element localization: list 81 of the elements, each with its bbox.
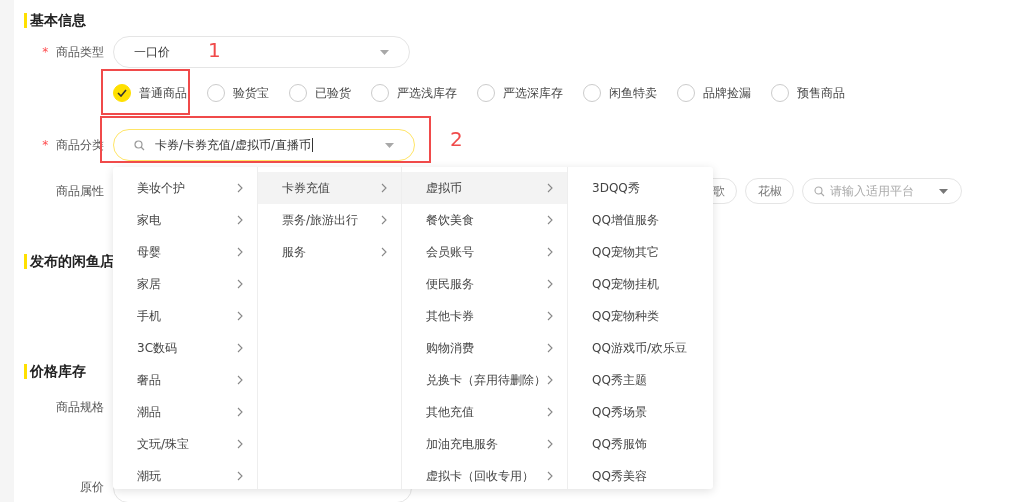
- radio-option[interactable]: 严选浅库存: [371, 84, 457, 102]
- menu-option[interactable]: 餐饮美食: [402, 204, 567, 236]
- chevron-right-icon: [237, 215, 243, 225]
- radio-option[interactable]: 验货宝: [207, 84, 269, 102]
- search-icon: [134, 139, 145, 151]
- radio-option[interactable]: 闲鱼特卖: [583, 84, 657, 102]
- menu-option[interactable]: QQ秀服饰: [568, 428, 713, 460]
- chevron-right-icon: [547, 183, 553, 193]
- menu-option[interactable]: 手机: [113, 300, 257, 332]
- annotation-number: 1: [208, 38, 221, 62]
- search-icon: [814, 186, 825, 197]
- caret-icon: [380, 49, 389, 55]
- menu-option[interactable]: 卡券充值: [258, 172, 401, 204]
- chevron-right-icon: [547, 343, 553, 353]
- chevron-right-icon: [547, 439, 553, 449]
- chevron-right-icon: [547, 247, 553, 257]
- radio-option[interactable]: 已验货: [289, 84, 351, 102]
- menu-option[interactable]: 兑换卡（弃用待删除）: [402, 364, 567, 396]
- menu-option[interactable]: QQ宠物挂机: [568, 268, 713, 300]
- menu-option[interactable]: 3C数码: [113, 332, 257, 364]
- radio-option[interactable]: 品牌捡漏: [677, 84, 751, 102]
- menu-option[interactable]: 其他充值: [402, 396, 567, 428]
- menu-option[interactable]: 服务: [258, 236, 401, 268]
- chevron-right-icon: [381, 183, 387, 193]
- chevron-right-icon: [237, 247, 243, 257]
- chevron-right-icon: [237, 439, 243, 449]
- menu-option[interactable]: QQ宠物种类: [568, 300, 713, 332]
- field-label: 商品类型: [56, 44, 104, 59]
- menu-option[interactable]: 文玩/珠宝: [113, 428, 257, 460]
- menu-option[interactable]: 加油充电服务: [402, 428, 567, 460]
- field-label: 商品属性: [56, 183, 104, 198]
- menu-option[interactable]: QQ秀场景: [568, 396, 713, 428]
- chevron-right-icon: [237, 407, 243, 417]
- check-icon: [117, 89, 127, 97]
- menu-option[interactable]: QQ秀美容: [568, 460, 713, 492]
- menu-option[interactable]: 美妆个护: [113, 172, 257, 204]
- chevron-right-icon: [547, 279, 553, 289]
- menu-option[interactable]: QQ宠物其它: [568, 236, 713, 268]
- section-title: 价格库存: [24, 364, 86, 379]
- menu-option[interactable]: 其他卡券: [402, 300, 567, 332]
- chevron-right-icon: [381, 247, 387, 257]
- chevron-right-icon: [237, 311, 243, 321]
- chevron-right-icon: [547, 471, 553, 481]
- radio-option[interactable]: 普通商品: [113, 84, 187, 102]
- menu-option[interactable]: 虚拟卡（回收专用）: [402, 460, 567, 492]
- chevron-right-icon: [237, 183, 243, 193]
- menu-option[interactable]: 奢品: [113, 364, 257, 396]
- radio-option[interactable]: 预售商品: [771, 84, 845, 102]
- radio-option[interactable]: 严选深库存: [477, 84, 563, 102]
- chevron-right-icon: [547, 375, 553, 385]
- menu-option[interactable]: 潮玩: [113, 460, 257, 492]
- caret-icon: [385, 142, 394, 148]
- menu-option[interactable]: 家居: [113, 268, 257, 300]
- platform-search-field[interactable]: 请输入适用平台: [802, 178, 962, 204]
- chevron-right-icon: [237, 343, 243, 353]
- menu-option[interactable]: 家电: [113, 204, 257, 236]
- field-label: 商品规格: [56, 400, 104, 414]
- section-title: 基本信息: [24, 13, 86, 28]
- radio-button[interactable]: [113, 84, 131, 102]
- menu-option[interactable]: 便民服务: [402, 268, 567, 300]
- chevron-right-icon: [547, 311, 553, 321]
- annotation-number: 2: [450, 127, 463, 151]
- menu-option[interactable]: 母婴: [113, 236, 257, 268]
- chevron-right-icon: [547, 215, 553, 225]
- menu-option[interactable]: QQ增值服务: [568, 204, 713, 236]
- menu-option[interactable]: QQ游戏币/欢乐豆: [568, 332, 713, 364]
- chevron-right-icon: [237, 279, 243, 289]
- required-asterisk: *: [42, 44, 49, 59]
- menu-option[interactable]: 票务/旅游出行: [258, 204, 401, 236]
- required-asterisk: *: [42, 137, 49, 152]
- chevron-right-icon: [547, 407, 553, 417]
- chevron-right-icon: [237, 471, 243, 481]
- chevron-right-icon: [381, 215, 387, 225]
- menu-option[interactable]: QQ秀主题: [568, 364, 713, 396]
- menu-option[interactable]: 虚拟币: [402, 172, 567, 204]
- caret-icon: [939, 189, 948, 194]
- field-label: 原价: [80, 479, 104, 494]
- chevron-right-icon: [237, 375, 243, 385]
- menu-option[interactable]: 潮品: [113, 396, 257, 428]
- menu-option[interactable]: 购物消费: [402, 332, 567, 364]
- menu-option[interactable]: 会员账号: [402, 236, 567, 268]
